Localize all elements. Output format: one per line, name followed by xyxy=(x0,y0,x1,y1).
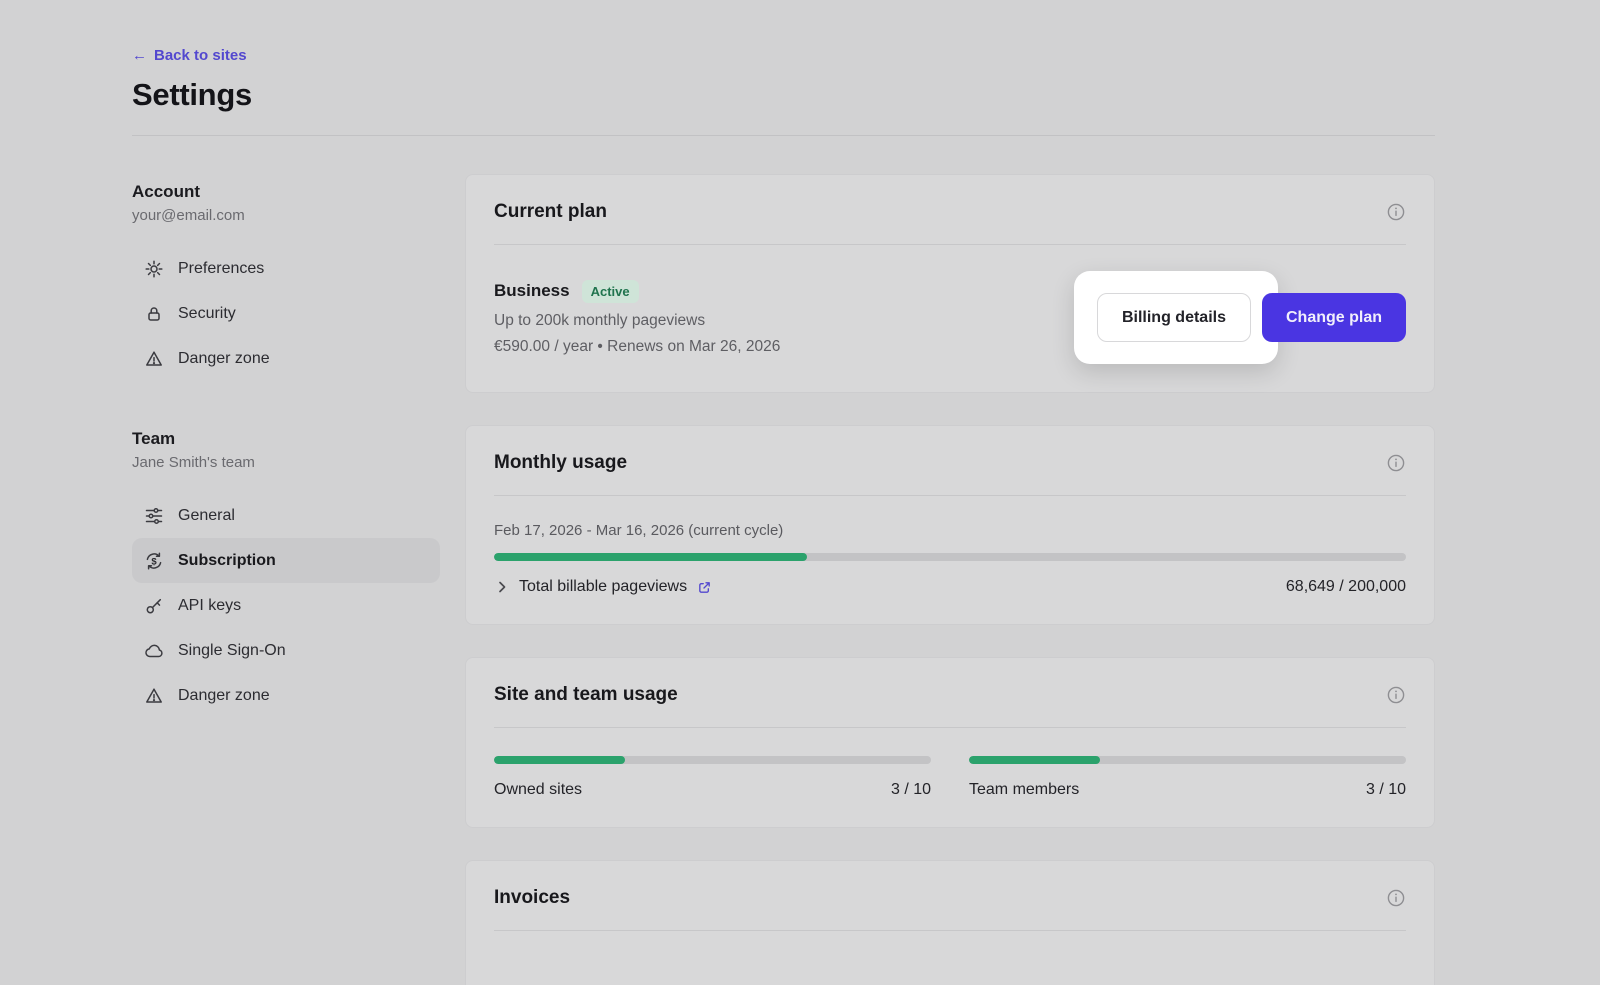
owned-sites-progress-fill xyxy=(494,756,625,764)
team-members-value: 3 / 10 xyxy=(1366,781,1406,799)
info-icon[interactable] xyxy=(1386,202,1406,222)
change-plan-button[interactable]: Change plan xyxy=(1262,293,1406,342)
header-divider xyxy=(132,135,1435,136)
card-divider xyxy=(494,495,1406,496)
card-divider xyxy=(494,244,1406,245)
lock-icon xyxy=(144,304,164,324)
invoices-title: Invoices xyxy=(494,887,570,909)
account-section-heading: Account xyxy=(132,182,440,202)
billing-details-button[interactable]: Billing details xyxy=(1097,293,1251,342)
sidebar-item-subscription[interactable]: $ Subscription xyxy=(132,538,440,583)
page-title: Settings xyxy=(132,77,1435,113)
arrow-left-icon: ← xyxy=(132,47,147,64)
pageviews-progress-fill xyxy=(494,553,807,561)
sidebar-item-label: Danger zone xyxy=(178,350,270,368)
owned-sites-meter: Owned sites 3 / 10 xyxy=(494,756,931,799)
plan-billing-info: €590.00 / year • Renews on Mar 26, 2026 xyxy=(494,338,780,356)
sidebar-item-label: Danger zone xyxy=(178,687,270,705)
warning-triangle-icon xyxy=(144,686,164,706)
billing-cycle-text: Feb 17, 2026 - Mar 16, 2026 (current cyc… xyxy=(494,522,1406,539)
team-name: Jane Smith's team xyxy=(132,454,440,471)
info-icon[interactable] xyxy=(1386,888,1406,908)
sidebar-item-general[interactable]: General xyxy=(132,493,440,538)
plan-summary: Business Active Up to 200k monthly pagev… xyxy=(494,280,780,356)
site-team-usage-title: Site and team usage xyxy=(494,684,678,706)
sidebar-item-label: Security xyxy=(178,305,236,323)
cloud-icon xyxy=(144,641,164,661)
sidebar-item-label: Preferences xyxy=(178,260,264,278)
sidebar-item-danger-zone-team[interactable]: Danger zone xyxy=(132,673,440,718)
warning-triangle-icon xyxy=(144,349,164,369)
card-divider xyxy=(494,727,1406,728)
team-nav: General $ Subscription xyxy=(132,493,440,718)
gear-icon xyxy=(144,259,164,279)
invoices-card: Invoices xyxy=(465,860,1435,985)
settings-sidebar: Account your@email.com Preferences Secur… xyxy=(132,174,440,718)
total-billable-pageviews-row[interactable]: Total billable pageviews xyxy=(494,578,713,596)
key-icon xyxy=(144,596,164,616)
team-section-heading: Team xyxy=(132,429,440,449)
info-icon[interactable] xyxy=(1386,685,1406,705)
settings-main: Current plan Business Activ xyxy=(465,174,1435,985)
sidebar-item-api-keys[interactable]: API keys xyxy=(132,583,440,628)
svg-text:$: $ xyxy=(151,556,157,567)
back-to-sites-link[interactable]: ← Back to sites xyxy=(132,47,247,64)
sidebar-item-danger-zone-account[interactable]: Danger zone xyxy=(132,336,440,381)
pageviews-label: Total billable pageviews xyxy=(519,578,687,596)
current-plan-title: Current plan xyxy=(494,201,607,223)
plan-actions: Billing details Change plan xyxy=(1074,271,1406,364)
external-link-icon[interactable] xyxy=(696,579,713,596)
site-team-usage-card: Site and team usage xyxy=(465,657,1435,828)
monthly-usage-title: Monthly usage xyxy=(494,452,627,474)
sidebar-item-label: API keys xyxy=(178,597,241,615)
current-plan-card: Current plan Business Activ xyxy=(465,174,1435,393)
dollar-refresh-icon: $ xyxy=(144,551,164,571)
card-divider xyxy=(494,930,1406,931)
sidebar-item-label: Single Sign-On xyxy=(178,642,286,660)
sidebar-item-label: General xyxy=(178,507,235,525)
team-members-label: Team members xyxy=(969,781,1079,799)
sidebar-item-security[interactable]: Security xyxy=(132,291,440,336)
pageviews-usage-value: 68,649 / 200,000 xyxy=(1286,578,1406,596)
team-members-progress-fill xyxy=(969,756,1100,764)
owned-sites-value: 3 / 10 xyxy=(891,781,931,799)
owned-sites-label: Owned sites xyxy=(494,781,582,799)
pageviews-progress-track xyxy=(494,553,1406,561)
status-badge: Active xyxy=(582,280,639,303)
monthly-usage-card: Monthly usage Feb 17, 2026 - Mar 16, 202… xyxy=(465,425,1435,625)
chevron-right-icon xyxy=(494,579,510,595)
info-icon[interactable] xyxy=(1386,453,1406,473)
account-nav: Preferences Security Danger zone xyxy=(132,246,440,381)
team-members-meter: Team members 3 / 10 xyxy=(969,756,1406,799)
sidebar-item-single-sign-on[interactable]: Single Sign-On xyxy=(132,628,440,673)
sliders-icon xyxy=(144,506,164,526)
account-email: your@email.com xyxy=(132,207,440,224)
plan-description: Up to 200k monthly pageviews xyxy=(494,312,780,330)
sidebar-item-preferences[interactable]: Preferences xyxy=(132,246,440,291)
sidebar-item-label: Subscription xyxy=(178,552,276,570)
team-members-progress-track xyxy=(969,756,1406,764)
settings-page: ← Back to sites Settings Account your@em… xyxy=(0,0,1600,985)
plan-name: Business xyxy=(494,281,570,301)
owned-sites-progress-track xyxy=(494,756,931,764)
onboarding-spotlight: Billing details xyxy=(1074,271,1278,364)
back-link-label: Back to sites xyxy=(154,47,247,64)
